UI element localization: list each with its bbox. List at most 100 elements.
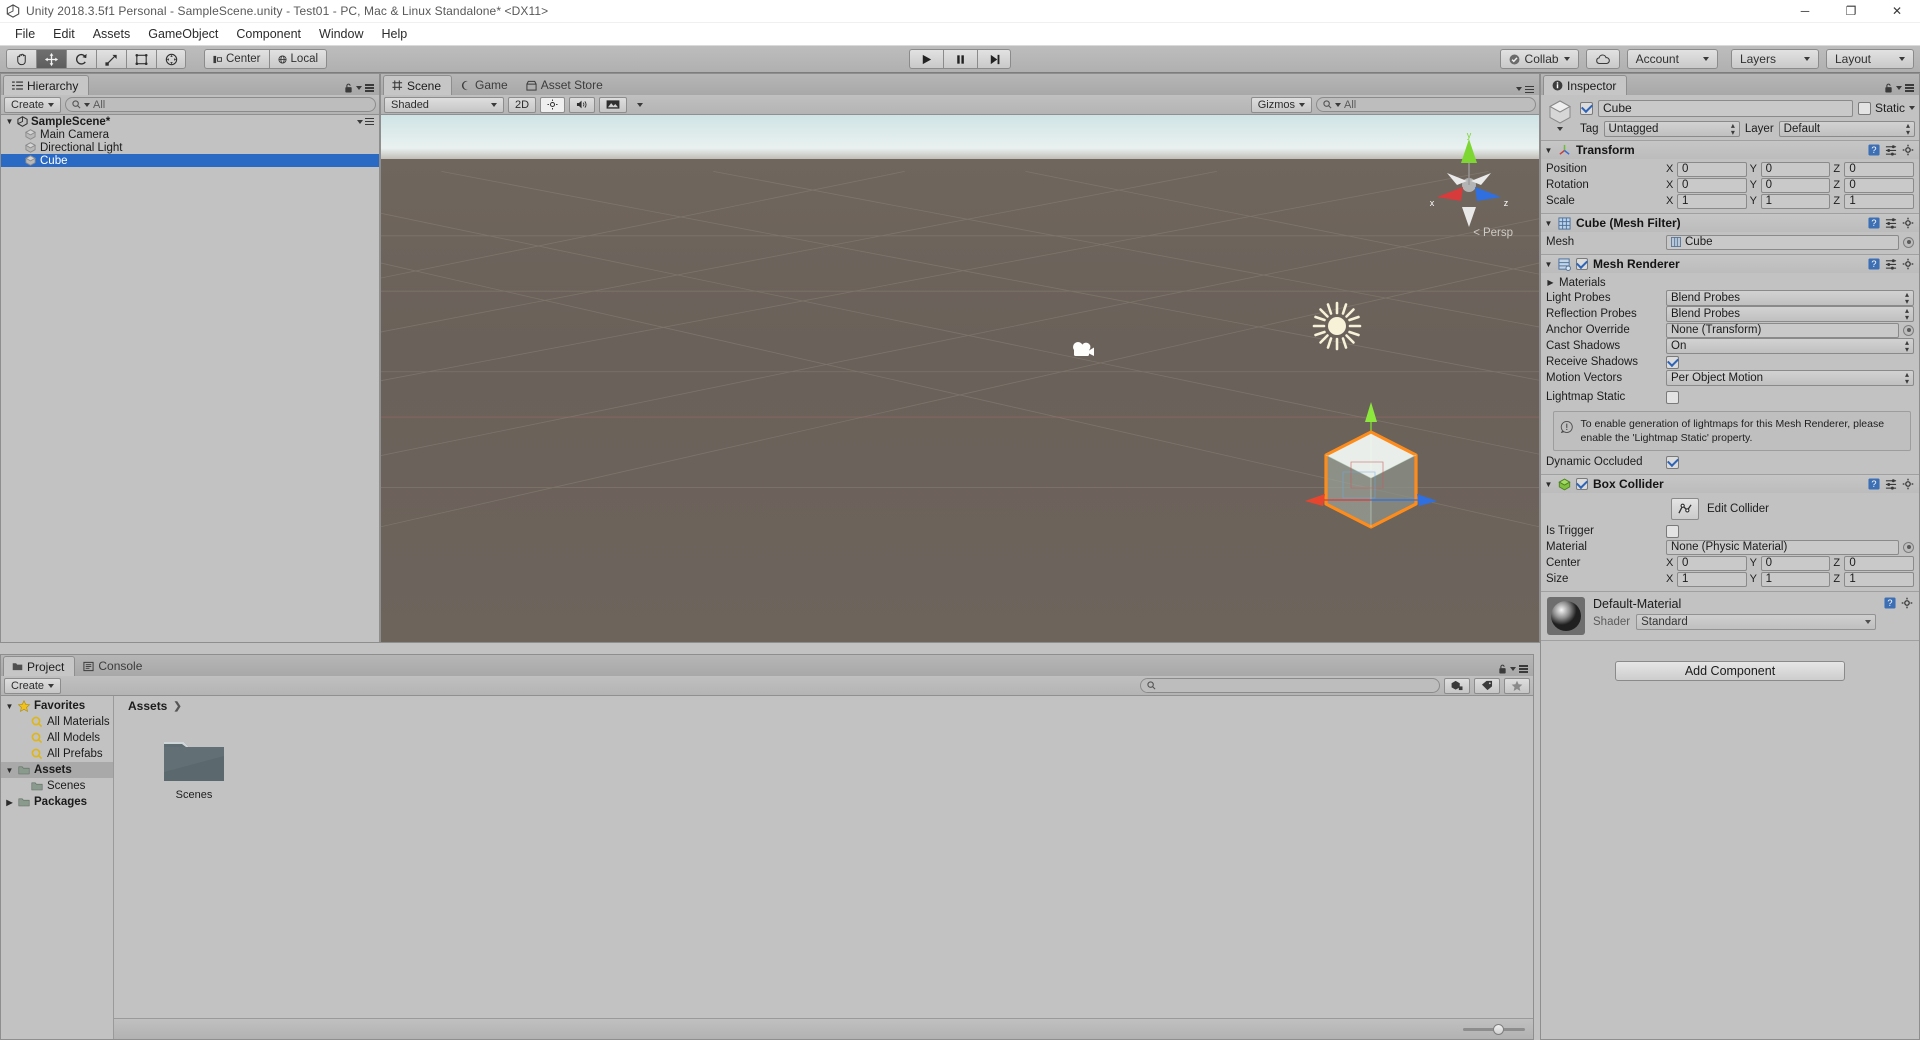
shader-dropdown[interactable]: Standard xyxy=(1636,614,1876,631)
position-x-input[interactable]: 0 xyxy=(1677,161,1747,177)
toggle-2d-button[interactable]: 2D xyxy=(508,96,537,113)
foldout-arrow-icon[interactable]: ▼ xyxy=(1544,480,1553,489)
play-button[interactable] xyxy=(909,49,943,69)
directional-light-gizmo-icon[interactable] xyxy=(1311,300,1363,355)
scene-viewport[interactable]: y x z < Persp xyxy=(381,115,1539,642)
menu-item-gameobject[interactable]: GameObject xyxy=(139,24,227,44)
tab-inspector[interactable]: Inspector xyxy=(1543,75,1628,95)
hierarchy-item-main-camera[interactable]: Main Camera xyxy=(1,128,379,141)
material-preview-card[interactable]: Default-Material Shader Standard ? xyxy=(1541,591,1919,640)
preset-icon[interactable] xyxy=(1885,258,1897,270)
is-trigger-checkbox[interactable] xyxy=(1666,524,1679,538)
project-tree-item-all-models[interactable]: All Models xyxy=(1,730,113,746)
pause-button[interactable] xyxy=(943,49,977,69)
position-z-input[interactable]: 0 xyxy=(1844,161,1915,177)
project-tree-item-all-materials[interactable]: All Materials xyxy=(1,714,113,730)
help-icon[interactable]: ? xyxy=(1868,478,1880,490)
main-camera-gizmo-icon[interactable] xyxy=(1071,340,1097,363)
position-y-input[interactable]: 0 xyxy=(1760,161,1831,177)
asset-zoom-slider[interactable] xyxy=(1463,1023,1525,1035)
tab-project[interactable]: Project xyxy=(3,656,76,676)
scene-menu-icon[interactable] xyxy=(365,117,374,126)
tab-hierarchy[interactable]: Hierarchy xyxy=(3,75,90,95)
gameobject-active-checkbox[interactable] xyxy=(1580,101,1593,115)
rotate-tool-button[interactable] xyxy=(66,49,96,69)
foldout-arrow-icon[interactable]: ▼ xyxy=(1544,260,1553,269)
cast-shadows-dropdown[interactable]: On ▴ ▾ xyxy=(1666,338,1914,354)
tab-asset-store[interactable]: Asset Store xyxy=(518,75,613,95)
foldout-arrow-icon[interactable]: ▼ xyxy=(5,117,14,126)
menu-item-help[interactable]: Help xyxy=(372,24,416,44)
scale-tool-button[interactable] xyxy=(96,49,126,69)
project-tree-item-favorites[interactable]: ▼ Favorites xyxy=(1,698,113,714)
hierarchy-item-directional-light[interactable]: Directional Light xyxy=(1,141,379,154)
rect-tool-button[interactable] xyxy=(126,49,156,69)
effects-dropdown-button[interactable] xyxy=(631,97,649,113)
hierarchy-search-input[interactable]: All xyxy=(65,97,376,112)
layout-button[interactable]: Layout xyxy=(1825,49,1914,69)
panel-menu-icon[interactable] xyxy=(1519,665,1528,673)
pivot-mode-button[interactable]: Center xyxy=(204,49,269,69)
tab-console[interactable]: Console xyxy=(75,656,152,676)
account-button[interactable]: Account xyxy=(1626,49,1718,69)
menu-item-file[interactable]: File xyxy=(6,24,44,44)
edit-collider-button[interactable] xyxy=(1671,498,1699,521)
scene-row-menu[interactable] xyxy=(357,117,374,126)
rotation-x-input[interactable]: 0 xyxy=(1677,177,1747,193)
scene-camera-mode[interactable]: < Persp xyxy=(1473,227,1513,239)
scale-x-input[interactable]: 1 xyxy=(1677,193,1747,209)
rotation-y-input[interactable]: 0 xyxy=(1760,177,1831,193)
transform-header[interactable]: ▼ Transform ? xyxy=(1541,141,1919,159)
help-icon[interactable]: ? xyxy=(1868,217,1880,229)
hand-tool-button[interactable] xyxy=(6,49,36,69)
layers-button[interactable]: Layers xyxy=(1730,49,1819,69)
breadcrumb-assets[interactable]: Assets xyxy=(128,699,167,713)
toggle-audio-button[interactable] xyxy=(569,96,596,113)
help-icon[interactable]: ? xyxy=(1868,144,1880,156)
slider-knob[interactable] xyxy=(1493,1023,1504,1035)
mesh-renderer-enabled-checkbox[interactable] xyxy=(1576,258,1588,270)
mesh-filter-header[interactable]: ▼ Cube (Mesh Filter) ? xyxy=(1541,214,1919,232)
static-checkbox[interactable] xyxy=(1857,101,1871,115)
physic-material-field[interactable]: None (Physic Material) xyxy=(1666,539,1899,555)
scale-y-input[interactable]: 1 xyxy=(1760,193,1831,209)
motion-vectors-dropdown[interactable]: Per Object Motion ▴ ▾ xyxy=(1666,370,1914,386)
menu-item-component[interactable]: Component xyxy=(227,24,310,44)
preset-icon[interactable] xyxy=(1885,144,1897,156)
gear-icon[interactable] xyxy=(1902,144,1914,156)
layer-dropdown[interactable]: Default ▴ ▾ xyxy=(1778,120,1916,137)
panel-menu-icon[interactable] xyxy=(1905,84,1914,92)
filter-by-label-button[interactable] xyxy=(1474,677,1500,694)
tab-game[interactable]: Game xyxy=(452,75,518,95)
mesh-renderer-header[interactable]: ▼ Mesh Renderer ? xyxy=(1541,255,1919,273)
maximize-button[interactable]: ❐ xyxy=(1828,0,1874,23)
project-search-input[interactable] xyxy=(1140,678,1440,693)
center-z-input[interactable]: 0 xyxy=(1844,555,1915,571)
gizmos-dropdown[interactable]: Gizmos xyxy=(1250,96,1312,113)
project-tree-item-all-prefabs[interactable]: All Prefabs xyxy=(1,746,113,762)
box-collider-header[interactable]: ▼ Box Collider ? xyxy=(1541,475,1919,494)
hierarchy-scene-row[interactable]: ▼ SampleScene* xyxy=(1,115,379,128)
gear-icon[interactable] xyxy=(1902,478,1914,490)
favorite-filter-button[interactable] xyxy=(1504,677,1530,694)
static-toggle[interactable]: Static xyxy=(1857,101,1915,115)
add-component-button[interactable]: Add Component xyxy=(1615,661,1845,682)
receive-shadows-checkbox[interactable] xyxy=(1666,355,1679,369)
foldout-arrow-icon[interactable]: ▼ xyxy=(5,766,14,775)
anchor-override-field[interactable]: None (Transform) xyxy=(1666,322,1899,338)
mesh-object-field[interactable]: Cube xyxy=(1666,234,1899,250)
foldout-arrow-icon[interactable]: ▶ xyxy=(1546,278,1555,287)
lightmap-static-checkbox[interactable] xyxy=(1666,390,1679,404)
foldout-arrow-icon[interactable]: ▼ xyxy=(1544,219,1553,228)
hierarchy-item-cube[interactable]: Cube xyxy=(1,154,379,167)
size-y-input[interactable]: 1 xyxy=(1760,571,1831,587)
preset-icon[interactable] xyxy=(1885,217,1897,229)
project-tree-item-assets[interactable]: ▼ Assets xyxy=(1,762,113,778)
light-probes-dropdown[interactable]: Blend Probes ▴ ▾ xyxy=(1666,290,1914,306)
menu-item-edit[interactable]: Edit xyxy=(44,24,84,44)
lock-icon[interactable] xyxy=(344,83,353,93)
hierarchy-create-button[interactable]: Create xyxy=(4,96,62,113)
tag-dropdown[interactable]: Untagged ▴ ▾ xyxy=(1603,120,1740,137)
scene-search-input[interactable]: All xyxy=(1316,97,1536,112)
rotation-z-input[interactable]: 0 xyxy=(1844,177,1915,193)
